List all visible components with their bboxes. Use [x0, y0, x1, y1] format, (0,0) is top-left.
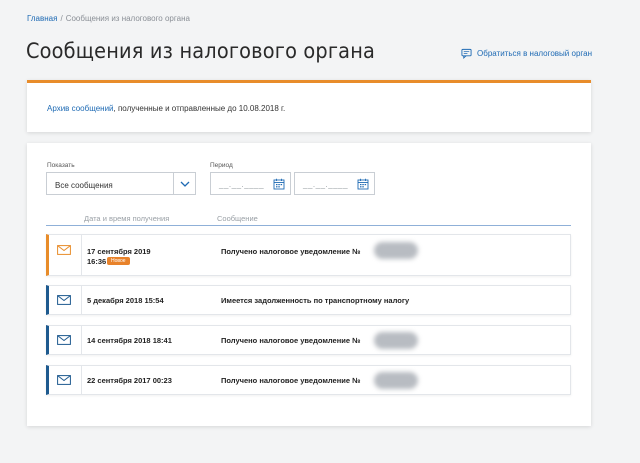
message-text: Имеется задолженность по транспортному н…	[221, 296, 410, 305]
new-badge: Новое	[107, 257, 130, 265]
date-to-mask: __.__.____	[303, 180, 349, 189]
message-text: Получено налоговое уведомление №	[221, 336, 361, 345]
message-row[interactable]: 14 сентября 2018 18:41 Получено налогово…	[46, 325, 571, 355]
show-filter-select[interactable]: Все сообщения	[46, 172, 196, 195]
breadcrumb-current: Сообщения из налогового органа	[65, 14, 190, 23]
period-filter-label: Период	[210, 162, 233, 169]
date-from-input[interactable]: __.__.____	[210, 172, 291, 195]
message-date: 5 декабря 2018 15:54	[87, 296, 164, 305]
envelope-icon	[57, 335, 71, 345]
row-divider	[81, 286, 82, 314]
calendar-icon[interactable]	[273, 178, 285, 190]
chat-icon	[461, 48, 472, 59]
chevron-down-icon[interactable]	[173, 173, 195, 194]
row-divider	[81, 366, 82, 394]
redacted-number	[374, 242, 418, 259]
column-header-date[interactable]: Дата и время получения	[84, 214, 169, 223]
envelope-icon	[57, 375, 71, 385]
envelope-icon	[57, 245, 71, 255]
breadcrumb-home-link[interactable]: Главная	[27, 14, 57, 23]
archive-text: Архив сообщений, полученные и отправленн…	[47, 104, 285, 113]
envelope-icon	[57, 295, 71, 305]
row-divider	[81, 235, 82, 275]
message-date: 17 сентября 2019	[87, 247, 151, 256]
show-filter-label: Показать	[47, 162, 75, 169]
message-text: Получено налоговое уведомление №	[221, 376, 361, 385]
row-divider	[81, 326, 82, 354]
header-divider	[46, 225, 571, 226]
show-filter-value: Все сообщения	[55, 181, 113, 190]
archive-description: , полученные и отправленные до 10.08.201…	[113, 104, 286, 113]
message-row[interactable]: 5 декабря 2018 15:54 Имеется задолженнос…	[46, 285, 571, 315]
message-date: 22 сентября 2017 00:23	[87, 376, 172, 385]
message-time: 16:36	[87, 257, 107, 266]
message-date: 14 сентября 2018 18:41	[87, 336, 172, 345]
message-row[interactable]: 22 сентября 2017 00:23 Получено налогово…	[46, 365, 571, 395]
page-title: Сообщения из налогового органа	[26, 39, 376, 63]
archive-notice: Архив сообщений, полученные и отправленн…	[27, 80, 591, 132]
calendar-icon[interactable]	[357, 178, 369, 190]
messages-panel: Показать Все сообщения Период __.__.____…	[27, 143, 591, 426]
redacted-number	[374, 332, 418, 349]
breadcrumb-separator: /	[60, 14, 63, 23]
date-to-input[interactable]: __.__.____	[294, 172, 375, 195]
column-header-message: Сообщение	[217, 214, 258, 223]
breadcrumb: Главная / Сообщения из налогового органа	[27, 14, 190, 23]
message-text: Получено налоговое уведомление №	[221, 247, 361, 256]
message-row[interactable]: 17 сентября 2019 16:36 Новое Получено на…	[46, 234, 571, 276]
contact-tax-office-link[interactable]: Обратиться в налоговый орган	[461, 48, 592, 59]
archive-link[interactable]: Архив сообщений	[47, 104, 114, 113]
contact-link-label: Обратиться в налоговый орган	[477, 49, 592, 58]
date-from-mask: __.__.____	[219, 180, 265, 189]
redacted-number	[374, 372, 418, 389]
